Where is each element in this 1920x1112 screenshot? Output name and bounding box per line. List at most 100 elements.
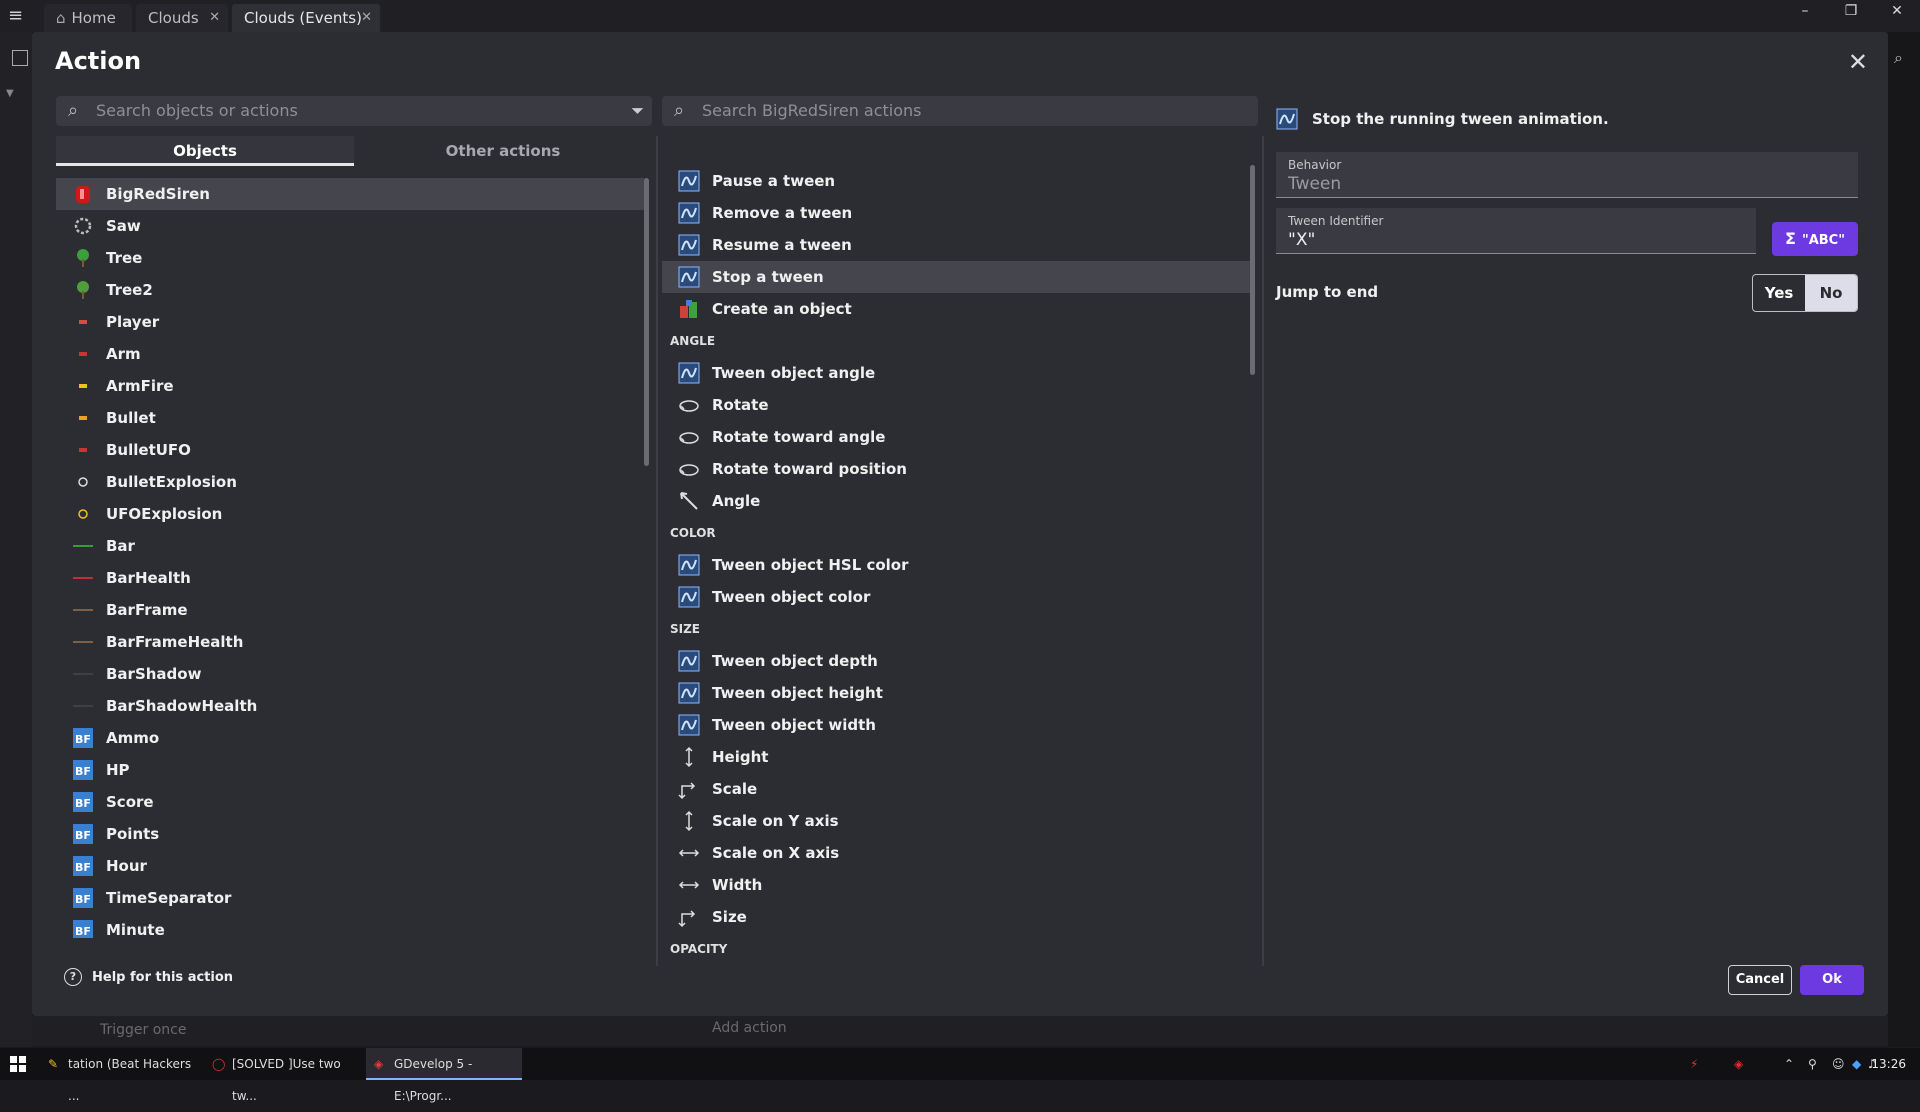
object-row[interactable]: BF Points	[56, 818, 644, 850]
action-row[interactable]: Scale on Y axis	[662, 805, 1252, 837]
object-row[interactable]: BarShadowHealth	[56, 690, 644, 722]
tab-home[interactable]: ⌂ Home	[44, 4, 132, 32]
layout-icon[interactable]	[12, 50, 28, 66]
object-row[interactable]: Saw	[56, 210, 644, 242]
bar-icon	[72, 695, 94, 717]
close-tab-icon[interactable]: ✕	[361, 4, 372, 32]
tab-objects[interactable]: Objects	[56, 136, 354, 166]
cancel-button[interactable]: Cancel	[1728, 965, 1792, 995]
minimize-icon[interactable]: –	[1782, 0, 1828, 22]
object-row[interactable]: BigRedSiren	[56, 178, 644, 210]
object-row[interactable]: BF Minute	[56, 914, 644, 938]
action-row[interactable]: Scale	[662, 773, 1252, 805]
action-row[interactable]: Rotate toward position	[662, 453, 1252, 485]
close-tab-icon[interactable]: ✕	[209, 4, 220, 32]
height-icon	[678, 810, 700, 832]
action-row[interactable]: Stop a tween	[662, 261, 1252, 293]
expression-switch-button[interactable]: Σ "ABC"	[1772, 222, 1858, 256]
add-action-text[interactable]: Add action	[712, 1020, 787, 1036]
filter-icon[interactable]: ⏷	[631, 96, 644, 126]
windows-start-icon[interactable]	[10, 1056, 26, 1072]
action-row[interactable]: Size	[662, 901, 1252, 933]
object-name: BarFrameHealth	[106, 633, 244, 651]
restore-icon[interactable]: ❐	[1828, 0, 1874, 22]
no-button[interactable]: No	[1805, 275, 1857, 311]
network-icon[interactable]: ◆	[1852, 1048, 1861, 1080]
object-row[interactable]: Bar	[56, 530, 644, 562]
object-name: BigRedSiren	[106, 185, 210, 203]
expression-button-label: "ABC"	[1801, 233, 1845, 248]
object-row[interactable]: BarFrame	[56, 594, 644, 626]
object-row[interactable]: BulletUFO	[56, 434, 644, 466]
close-window-icon[interactable]: ✕	[1874, 0, 1920, 22]
action-list-scrollbar[interactable]	[1250, 165, 1255, 375]
right-editor-background: ⌕	[1888, 32, 1920, 1047]
object-row[interactable]: BF Ammo	[56, 722, 644, 754]
objects-search-input[interactable]: ⌕ Search objects or actions ⏷	[56, 96, 652, 126]
chevron-down-icon[interactable]: ▼	[6, 88, 14, 99]
action-row[interactable]: Tween object height	[662, 677, 1252, 709]
search-icon[interactable]: ⌕	[1894, 48, 1903, 68]
action-row[interactable]: Remove a tween	[662, 197, 1252, 229]
action-row[interactable]: Height	[662, 741, 1252, 773]
height-icon	[678, 746, 700, 768]
action-row[interactable]: Tween object HSL color	[662, 549, 1252, 581]
tab-clouds[interactable]: Clouds ✕	[136, 4, 228, 32]
action-row[interactable]: Angle	[662, 485, 1252, 517]
taskbar-item[interactable]: ✎ tation (Beat Hackers ...	[40, 1048, 196, 1103]
object-row[interactable]: UFOExplosion	[56, 498, 644, 530]
object-row[interactable]: BF HP	[56, 754, 644, 786]
object-row[interactable]: Arm	[56, 338, 644, 370]
action-row[interactable]: Pause a tween	[662, 165, 1252, 197]
object-row[interactable]: BF TimeSeparator	[56, 882, 644, 914]
tray-app-icon[interactable]: ⚡	[1690, 1048, 1698, 1080]
object-row[interactable]: BarFrameHealth	[56, 626, 644, 658]
tray-gdevelop-icon[interactable]: ◈	[1734, 1048, 1743, 1080]
object-row[interactable]: ArmFire	[56, 370, 644, 402]
action-label: Rotate toward position	[712, 460, 907, 478]
action-row[interactable]: Scale on X axis	[662, 837, 1252, 869]
action-row[interactable]: Tween object width	[662, 709, 1252, 741]
action-row[interactable]: Resume a tween	[662, 229, 1252, 261]
action-row[interactable]: Rotate	[662, 389, 1252, 421]
dialog-title: Action	[55, 47, 142, 75]
object-row[interactable]: Bullet	[56, 402, 644, 434]
gamepad-icon[interactable]: ⚲	[1808, 1048, 1817, 1080]
action-row[interactable]: Rotate toward angle	[662, 421, 1252, 453]
ok-button[interactable]: Ok	[1800, 965, 1864, 995]
actions-search-input[interactable]: ⌕ Search BigRedSiren actions	[662, 96, 1258, 126]
bar-icon	[72, 599, 94, 621]
scale-icon	[678, 906, 700, 928]
action-row[interactable]: Tween object color	[662, 581, 1252, 613]
yes-button[interactable]: Yes	[1753, 275, 1805, 311]
menu-icon[interactable]: ≡	[8, 7, 32, 25]
close-dialog-icon[interactable]: ✕	[1848, 48, 1868, 76]
tab-other-actions[interactable]: Other actions	[354, 136, 652, 166]
object-row[interactable]: Tree2	[56, 274, 644, 306]
tab-clouds-events[interactable]: Clouds (Events) ✕	[232, 4, 380, 32]
action-row[interactable]: Create an object	[662, 293, 1252, 325]
object-row[interactable]: BF Hour	[56, 850, 644, 882]
object-row[interactable]: BarShadow	[56, 658, 644, 690]
object-name: Saw	[106, 217, 141, 235]
object-list-scrollbar[interactable]	[644, 178, 649, 466]
action-row[interactable]: Width	[662, 869, 1252, 901]
help-link[interactable]: ? Help for this action	[64, 968, 233, 986]
object-row[interactable]: BarHealth	[56, 562, 644, 594]
object-row[interactable]: Tree	[56, 242, 644, 274]
object-row[interactable]: BF Score	[56, 786, 644, 818]
discord-icon[interactable]: ☺	[1832, 1048, 1845, 1080]
svg-text:BF: BF	[75, 829, 91, 842]
behavior-field[interactable]: Behavior Tween	[1276, 152, 1858, 198]
object-name: HP	[106, 761, 130, 779]
taskbar-item[interactable]: ◈ GDevelop 5 - E:\Progr...	[366, 1048, 522, 1103]
action-row[interactable]: Tween object depth	[662, 645, 1252, 677]
taskbar-item[interactable]: ◯ [SOLVED ]Use two tw...	[204, 1048, 360, 1103]
action-row[interactable]: Tween object angle	[662, 357, 1252, 389]
object-row[interactable]: Player	[56, 306, 644, 338]
object-row[interactable]: BulletExplosion	[56, 466, 644, 498]
svg-text:BF: BF	[75, 925, 91, 938]
chevron-up-icon[interactable]: ⌃	[1784, 1048, 1794, 1080]
explosion-icon	[72, 471, 94, 493]
tween-identifier-field[interactable]: Tween Identifier "X"	[1276, 208, 1756, 254]
